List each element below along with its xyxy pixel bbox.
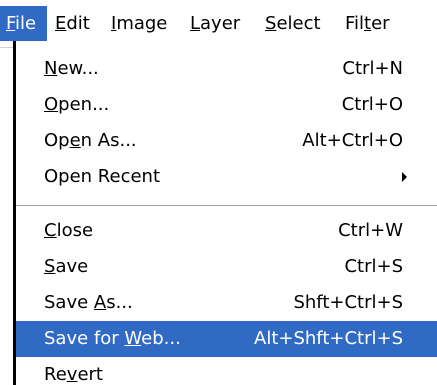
menu-item-save[interactable]: Save Ctrl+S	[16, 249, 437, 285]
menu-layer[interactable]: Layer	[190, 6, 240, 41]
menu-item-open-as-label: Open As...	[44, 123, 137, 159]
label-end: pen...	[58, 94, 110, 115]
menu-item-save-shortcut: Ctrl+S	[344, 256, 403, 277]
label-accel: N	[44, 58, 58, 79]
label-start: Re	[44, 364, 67, 385]
menu-select-accel: S	[265, 13, 277, 34]
menu-file[interactable]: File	[0, 6, 47, 41]
menu-item-new-shortcut: Ctrl+N	[342, 58, 403, 79]
label-end: ew...	[57, 58, 99, 79]
label-accel: O	[44, 94, 59, 115]
menu-layer-label-end: ayer	[200, 13, 241, 34]
menu-file-label-end: ile	[15, 13, 37, 34]
label-accel: W	[124, 328, 142, 349]
menu-item-save-as-label: Save As...	[44, 285, 133, 321]
menu-item-save-label: Save	[44, 249, 88, 285]
label-end: n As...	[80, 130, 137, 151]
menu-item-new-label: New...	[44, 51, 99, 87]
label-end: eb...	[141, 328, 181, 349]
menu-item-open-label: Open...	[44, 87, 109, 123]
menu-layer-accel: L	[190, 13, 201, 34]
menu-select-label-end: elect	[276, 13, 321, 34]
menu-item-save-as[interactable]: Save As... Shft+Ctrl+S	[16, 285, 437, 321]
label-accel: v	[66, 364, 78, 385]
menu-separator	[16, 205, 437, 207]
menu-item-open[interactable]: Open... Ctrl+O	[16, 87, 437, 123]
menu-edit[interactable]: Edit	[55, 6, 90, 41]
menu-select[interactable]: Select	[265, 6, 321, 41]
menu-item-save-for-web[interactable]: Save for Web... Alt+Shft+Ctrl+S	[16, 321, 437, 357]
menu-item-revert-label: Revert	[44, 357, 103, 385]
label-end: s...	[106, 292, 133, 313]
submenu-arrow-icon	[402, 172, 407, 182]
menu-item-close-shortcut: Ctrl+W	[338, 220, 403, 241]
menu-filter-label-end: er	[371, 13, 390, 34]
menu-item-save-for-web-label: Save for Web...	[44, 321, 181, 357]
menu-item-open-recent-label: Open Recent	[44, 166, 161, 187]
menu-item-new[interactable]: New... Ctrl+N	[16, 51, 437, 87]
menu-item-close-label: Close	[44, 213, 93, 249]
label-start: Op	[44, 130, 70, 151]
menu-image[interactable]: Image	[111, 6, 167, 41]
label-accel: A	[93, 292, 107, 313]
label-accel: S	[44, 256, 56, 277]
label-end: ert	[77, 364, 103, 385]
menu-item-save-as-shortcut: Shft+Ctrl+S	[293, 292, 403, 313]
menu-item-open-recent[interactable]: Open Recent	[16, 159, 437, 195]
label-start: Save	[44, 292, 94, 313]
menu-filter[interactable]: Filter	[345, 6, 390, 41]
application-window: File Edit Image Layer Select Filter New.…	[0, 0, 437, 385]
label-start: Save for	[44, 328, 125, 349]
menu-edit-label-end: dit	[66, 13, 90, 34]
menu-item-save-for-web-shortcut: Alt+Shft+Ctrl+S	[254, 328, 403, 349]
menu-edit-accel: E	[55, 13, 67, 34]
menu-filter-label-start: Fil	[345, 13, 365, 34]
menu-item-open-as[interactable]: Open As... Alt+Ctrl+O	[16, 123, 437, 159]
menu-file-accel: F	[6, 13, 16, 34]
menu-item-open-as-shortcut: Alt+Ctrl+O	[302, 130, 403, 151]
menu-image-label-end: mage	[116, 13, 168, 34]
label-accel: C	[44, 220, 57, 241]
menu-item-open-shortcut: Ctrl+O	[341, 94, 403, 115]
label-end: ave	[55, 256, 89, 277]
menu-item-revert[interactable]: Revert	[16, 357, 437, 385]
label-end: lose	[56, 220, 94, 241]
label-accel: e	[69, 130, 81, 151]
file-menu-dropdown: New... Ctrl+N Open... Ctrl+O Open As... …	[13, 41, 437, 385]
menu-item-close[interactable]: Close Ctrl+W	[16, 213, 437, 249]
